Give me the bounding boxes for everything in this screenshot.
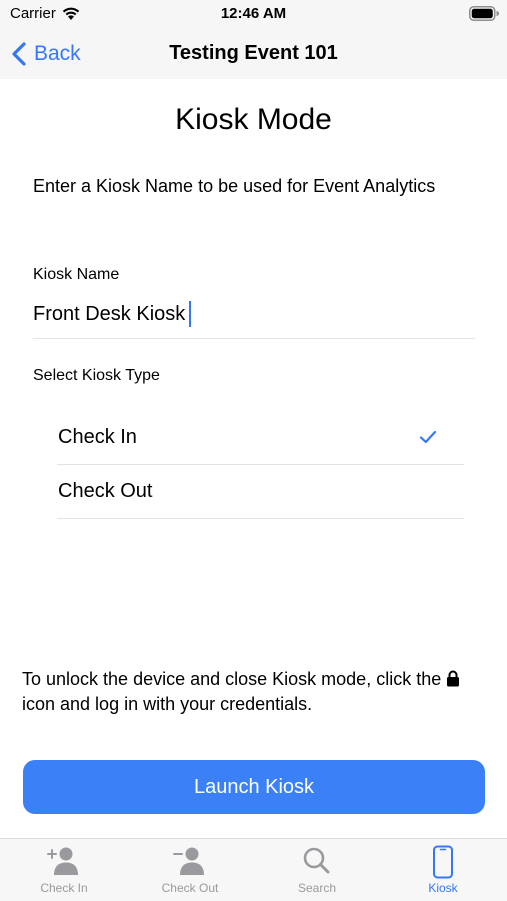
clock: 12:46 AM [220,5,287,22]
search-icon [303,847,330,874]
text-cursor [189,301,191,327]
kiosk-name-label: Kiosk Name [33,266,120,283]
kiosk-type-option-check-in[interactable]: Check In [57,411,464,465]
tab-search[interactable]: Search [267,839,367,901]
page-title: Kiosk Mode [175,103,332,136]
kiosk-type-label: Select Kiosk Type [33,367,160,384]
person-add-icon [47,847,78,875]
tab-label: Kiosk [428,881,458,895]
checkmark-icon [419,430,437,444]
unlock-text-end: icon and log in with your credentials. [22,694,313,714]
person-remove-icon [173,847,204,875]
kiosk-name-field-wrapper [33,300,475,339]
launch-kiosk-label: Launch Kiosk [193,775,315,798]
tab-label: Check Out [161,881,219,895]
tab-kiosk[interactable]: Kiosk [393,839,493,901]
option-label: Check In [58,426,137,448]
unlock-instructions: To unlock the device and close Kiosk mod… [22,667,492,717]
tab-bar: Check In Check Out Search Kiosk [0,838,507,901]
tab-label: Search [297,881,337,895]
tab-label: Check In [40,881,88,895]
status-bar: Carrier 12:46 AM [0,0,507,30]
kiosk-name-input[interactable] [33,300,475,328]
option-label: Check Out [58,480,153,502]
tab-check-in[interactable]: Check In [14,839,114,901]
unlock-text-start: To unlock the device and close Kiosk mod… [22,669,442,689]
kiosk-type-option-check-out[interactable]: Check Out [57,465,464,519]
instructions-text: Enter a Kiosk Name to be used for Event … [33,176,436,196]
tab-check-out[interactable]: Check Out [140,839,240,901]
battery-icon [469,6,499,21]
navigation-bar: Back Testing Event 101 [0,30,507,79]
launch-kiosk-button[interactable]: Launch Kiosk [23,760,485,814]
lock-icon [447,670,460,687]
phone-icon [433,845,453,879]
nav-title: Testing Event 101 [169,42,338,64]
